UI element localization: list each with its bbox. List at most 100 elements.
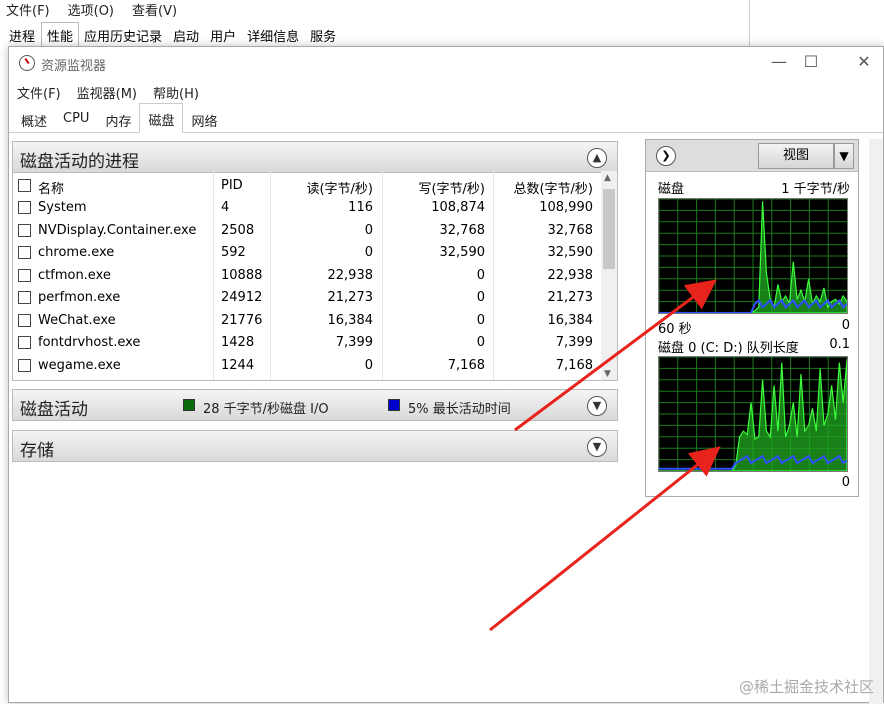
process-pid: 24912 (221, 290, 262, 305)
process-total: 16,384 (497, 313, 593, 328)
menu-file[interactable]: 文件(F) (17, 83, 61, 102)
process-name: perfmon.exe (38, 290, 120, 305)
column-header-name[interactable]: 名称 (38, 178, 64, 197)
graph1-min: 0 (842, 318, 850, 333)
menu-monitor[interactable]: 监视器(M) (77, 83, 137, 102)
tab-cpu[interactable]: CPU (55, 105, 97, 132)
row-checkbox[interactable] (18, 201, 31, 214)
main-scrollbar[interactable] (869, 139, 883, 704)
process-pid: 1244 (221, 358, 254, 373)
graph1-time-label: 60 秒 (658, 318, 692, 337)
scrollbar-thumb[interactable] (603, 189, 615, 269)
tm-tab-users[interactable]: 用户 (205, 24, 242, 46)
row-checkbox[interactable] (18, 314, 31, 327)
process-write: 32,590 (385, 245, 485, 260)
disk-io-graph (658, 198, 848, 314)
task-manager-window: 文件(F) 选项(O) 查看(V) 进程 性能 应用历史记录 启动 用户 详细信… (0, 0, 750, 50)
tm-tab-app-history[interactable]: 应用历史记录 (79, 24, 168, 46)
process-pid: 21776 (221, 313, 262, 328)
expand-down-icon[interactable]: ▼ (587, 396, 607, 416)
process-total: 32,768 (497, 223, 593, 238)
tm-tab-details[interactable]: 详细信息 (242, 24, 305, 46)
processes-scrollbar[interactable]: ▲ ▼ (601, 171, 617, 381)
table-row[interactable]: NVDisplay.Container.exe2508032,76832,768 (13, 220, 603, 242)
process-write: 7,168 (385, 358, 485, 373)
column-header-read[interactable]: 读(字节/秒) (273, 178, 373, 197)
tab-disk[interactable]: 磁盘 (139, 103, 183, 133)
process-read: 22,938 (273, 268, 373, 283)
table-row[interactable]: ctfmon.exe1088822,938022,938 (13, 265, 603, 287)
row-checkbox[interactable] (18, 359, 31, 372)
resource-monitor-window: 资源监视器 — ☐ ✕ 文件(F) 监视器(M) 帮助(H) 概述 CPU 内存… (8, 46, 884, 703)
processes-panel-header[interactable]: 磁盘活动的进程 ▲ (12, 141, 618, 173)
process-read: 116 (273, 200, 373, 215)
menu-help[interactable]: 帮助(H) (153, 83, 199, 102)
storage-panel-header[interactable]: 存储 ▼ (12, 430, 618, 462)
table-row[interactable]: chrome.exe592032,59032,590 (13, 242, 603, 264)
tab-network[interactable]: 网络 (183, 105, 225, 132)
process-total: 108,990 (497, 200, 593, 215)
minimize-icon[interactable]: — (769, 53, 789, 73)
process-write: 108,874 (385, 200, 485, 215)
processes-panel-title: 磁盘活动的进程 (20, 147, 139, 172)
row-checkbox[interactable] (18, 291, 31, 304)
graph-pane: ❯ 视图 ▼ 磁盘 1 千字节/秒 60 秒 0 磁盘 0 (C: D:) 队列… (645, 139, 859, 497)
row-checkbox[interactable] (18, 246, 31, 259)
process-write: 32,768 (385, 223, 485, 238)
row-checkbox[interactable] (18, 269, 31, 282)
title-bar[interactable]: 资源监视器 — ☐ ✕ (9, 47, 883, 79)
graph1-scale: 1 千字节/秒 (781, 178, 850, 197)
storage-panel-title: 存储 (20, 436, 54, 461)
process-total: 32,590 (497, 245, 593, 260)
process-read: 0 (273, 223, 373, 238)
tm-menu-options[interactable]: 选项(O) (68, 0, 114, 20)
row-checkbox[interactable] (18, 224, 31, 237)
disk-activity-panel-title: 磁盘活动 (20, 395, 88, 420)
table-row[interactable]: System4116108,874108,990 (13, 197, 603, 219)
column-header-write[interactable]: 写(字节/秒) (385, 178, 485, 197)
tm-tab-startup[interactable]: 启动 (168, 24, 205, 46)
table-header-row: 名称 PID 读(字节/秒) 写(字节/秒) 总数(字节/秒) (13, 175, 603, 197)
expand-down-icon[interactable]: ▼ (587, 437, 607, 457)
menu-bar: 文件(F) 监视器(M) 帮助(H) (17, 83, 199, 102)
disk-activity-panel-header[interactable]: 磁盘活动 28 千字节/秒磁盘 I/O 5% 最长活动时间 ▼ (12, 389, 618, 421)
close-icon[interactable]: ✕ (854, 53, 874, 73)
io-legend-swatch (183, 399, 195, 411)
process-name: wegame.exe (38, 358, 121, 373)
tm-tab-services[interactable]: 服务 (305, 24, 342, 46)
graph2-min: 0 (842, 475, 850, 490)
table-row[interactable]: WeChat.exe2177616,384016,384 (13, 310, 603, 332)
tm-menu-file[interactable]: 文件(F) (6, 0, 50, 20)
column-header-pid[interactable]: PID (221, 178, 243, 193)
process-pid: 592 (221, 245, 246, 260)
process-read: 7,399 (273, 335, 373, 350)
tm-menu-view[interactable]: 查看(V) (132, 0, 177, 20)
process-total: 7,168 (497, 358, 593, 373)
process-name: System (38, 200, 86, 215)
process-total: 7,399 (497, 335, 593, 350)
table-row[interactable]: fontdrvhost.exe14287,39907,399 (13, 332, 603, 354)
queue-length-graph (658, 356, 848, 472)
column-header-total[interactable]: 总数(字节/秒) (497, 178, 593, 197)
maximize-icon[interactable]: ☐ (801, 53, 821, 73)
tm-tab-processes[interactable]: 进程 (4, 24, 41, 46)
process-read: 0 (273, 245, 373, 260)
process-read: 0 (273, 358, 373, 373)
io-legend-label: 28 千字节/秒磁盘 I/O (203, 398, 329, 417)
tab-overview[interactable]: 概述 (13, 105, 55, 132)
collapse-up-icon[interactable]: ▲ (587, 148, 607, 168)
table-row[interactable]: perfmon.exe2491221,273021,273 (13, 287, 603, 309)
select-all-checkbox[interactable] (18, 179, 31, 192)
row-checkbox[interactable] (18, 336, 31, 349)
tab-memory[interactable]: 内存 (97, 105, 139, 132)
view-button[interactable]: 视图 (758, 143, 834, 169)
process-pid: 1428 (221, 335, 254, 350)
tm-tab-performance[interactable]: 性能 (41, 22, 79, 46)
process-pid: 2508 (221, 223, 254, 238)
active-time-legend-swatch (388, 399, 400, 411)
collapse-pane-icon[interactable]: ❯ (656, 146, 676, 166)
graph2-scale: 0.1 (829, 337, 850, 352)
view-dropdown-icon[interactable]: ▼ (834, 143, 854, 169)
table-row[interactable]: wegame.exe 1244 0 7,168 7,168 (13, 355, 603, 377)
processes-table: 名称 PID 读(字节/秒) 写(字节/秒) 总数(字节/秒) System41… (12, 171, 618, 381)
